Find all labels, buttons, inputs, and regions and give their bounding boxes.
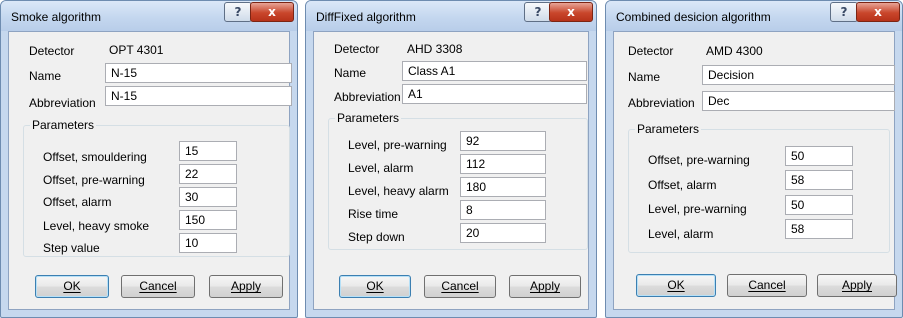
param-label: Rise time: [348, 207, 399, 221]
param-input[interactable]: 8: [460, 200, 546, 220]
name-label: Name: [334, 66, 367, 80]
close-icon: x: [874, 5, 882, 19]
name-label: Name: [628, 70, 661, 84]
param-input[interactable]: 58: [785, 219, 853, 239]
close-icon: x: [567, 5, 575, 19]
param-input[interactable]: 50: [785, 195, 853, 215]
name-field[interactable]: Decision: [702, 65, 895, 85]
help-icon: ?: [840, 5, 848, 19]
param-label: Level, pre-warning: [348, 138, 447, 152]
title-bar[interactable]: DiffFixed algorithm ? x: [306, 1, 596, 31]
help-icon: ?: [534, 5, 542, 19]
parameters-group: Parameters: [23, 118, 290, 257]
apply-button[interactable]: Apply: [509, 275, 581, 298]
combined-decision-algorithm-dialog: Combined desicion algorithm ? x Detector…: [605, 0, 903, 318]
param-input[interactable]: 15: [179, 141, 237, 161]
close-icon: x: [268, 5, 276, 19]
detector-label: Detector: [628, 44, 674, 58]
param-input[interactable]: 50: [785, 146, 853, 166]
param-label: Offset, alarm: [648, 178, 717, 192]
name-field[interactable]: Class A1: [402, 61, 587, 81]
dialog-title: Smoke algorithm: [11, 10, 102, 24]
detector-value: OPT 4301: [109, 43, 164, 57]
close-button[interactable]: x: [549, 2, 593, 22]
abbreviation-label: Abbreviation: [29, 96, 96, 110]
dialog-body: Detector AHD 3308 Name Class A1 Abbrevia…: [313, 31, 589, 310]
close-button[interactable]: x: [856, 2, 900, 22]
param-input[interactable]: 58: [785, 170, 853, 190]
detector-label: Detector: [29, 44, 75, 58]
detector-value: AHD 3308: [407, 42, 463, 56]
abbreviation-label: Abbreviation: [628, 96, 695, 110]
param-label: Level, alarm: [348, 161, 414, 175]
dialog-title: DiffFixed algorithm: [316, 10, 416, 24]
parameters-legend: Parameters: [335, 111, 402, 125]
name-field[interactable]: N-15: [105, 63, 292, 83]
param-label: Offset, smouldering: [43, 150, 147, 164]
title-bar[interactable]: Combined desicion algorithm ? x: [606, 1, 902, 31]
param-input[interactable]: 22: [179, 164, 237, 184]
abbreviation-label: Abbreviation: [334, 90, 401, 104]
title-bar[interactable]: Smoke algorithm ? x: [1, 1, 297, 31]
name-label: Name: [29, 69, 62, 83]
param-label: Offset, alarm: [43, 195, 112, 209]
help-button[interactable]: ?: [830, 2, 858, 22]
param-label: Level, alarm: [648, 227, 714, 241]
abbreviation-field[interactable]: Dec: [702, 91, 895, 111]
dialog-title: Combined desicion algorithm: [616, 10, 771, 24]
abbreviation-field[interactable]: A1: [402, 84, 587, 104]
param-input[interactable]: 112: [460, 154, 546, 174]
help-icon: ?: [234, 5, 242, 19]
param-label: Level, heavy alarm: [348, 184, 449, 198]
help-button[interactable]: ?: [224, 2, 252, 22]
param-label: Offset, pre-warning: [648, 153, 750, 167]
param-input[interactable]: 150: [179, 210, 237, 230]
dialog-body: Detector AMD 4300 Name Decision Abbrevia…: [613, 31, 897, 310]
cancel-button[interactable]: Cancel: [121, 275, 195, 298]
ok-button[interactable]: OK: [35, 275, 109, 298]
param-label: Level, pre-warning: [648, 202, 747, 216]
param-input[interactable]: 10: [179, 233, 237, 253]
abbreviation-field[interactable]: N-15: [105, 86, 292, 106]
param-label: Step value: [43, 241, 100, 255]
detector-value: AMD 4300: [706, 44, 763, 58]
ok-button[interactable]: OK: [339, 275, 411, 298]
smoke-algorithm-dialog: Smoke algorithm ? x Detector OPT 4301 Na…: [0, 0, 298, 318]
parameters-legend: Parameters: [635, 122, 702, 136]
param-label: Step down: [348, 230, 405, 244]
param-input[interactable]: 180: [460, 177, 546, 197]
param-input[interactable]: 92: [460, 131, 546, 151]
cancel-button[interactable]: Cancel: [424, 275, 496, 298]
param-input[interactable]: 30: [179, 187, 237, 207]
apply-button[interactable]: Apply: [817, 274, 897, 297]
param-label: Level, heavy smoke: [43, 219, 150, 233]
difffixed-algorithm-dialog: DiffFixed algorithm ? x Detector AHD 330…: [305, 0, 597, 318]
cancel-button[interactable]: Cancel: [727, 274, 807, 297]
param-label: Offset, pre-warning: [43, 173, 145, 187]
ok-button[interactable]: OK: [636, 274, 716, 297]
close-button[interactable]: x: [250, 2, 294, 22]
help-button[interactable]: ?: [524, 2, 552, 22]
param-input[interactable]: 20: [460, 223, 546, 243]
dialog-body: Detector OPT 4301 Name N-15 Abbreviation…: [8, 31, 292, 310]
detector-label: Detector: [334, 42, 380, 56]
parameters-legend: Parameters: [30, 118, 97, 132]
apply-button[interactable]: Apply: [209, 275, 283, 298]
